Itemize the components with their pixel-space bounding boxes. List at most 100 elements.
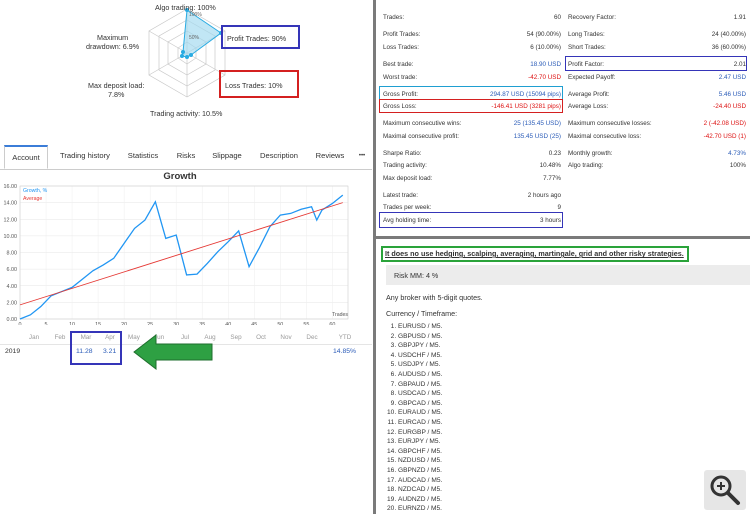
y-tick-label: 16.00 <box>4 184 18 190</box>
profit-trades-box: Profit Trades: 90% <box>221 25 300 49</box>
stat-value: 36 (60.00%) <box>711 44 746 51</box>
stat-row: Latest trade: 2 hours ago <box>383 190 561 201</box>
x-tick-label: 40 <box>225 322 231 325</box>
stats-left-column: Trades: 60 Profit Trades: 54 (90.00%) Loss… <box>383 0 561 236</box>
tab-reviews[interactable]: Reviews <box>310 145 350 169</box>
tab-account[interactable]: Account <box>4 145 48 169</box>
x-tick-label: 35 <box>199 322 205 325</box>
list-item: NZDCAD / M5. <box>398 485 442 495</box>
list-item: GBPJPY / M5. <box>398 341 442 351</box>
x-axis-label: Trades <box>332 312 348 318</box>
list-item: NZDUSD / M5. <box>398 456 442 466</box>
tab-trading-history[interactable]: Trading history <box>54 145 116 169</box>
x-tick-label: 55 <box>303 322 309 325</box>
stat-value: 1.91 <box>733 14 746 21</box>
stat-label: Trades: <box>383 14 405 21</box>
growth-chart: 0.00 2.00 4.00 6.00 8.00 10.00 12.00 14.00 16.00… <box>4 184 349 325</box>
month-label: Dec <box>306 334 318 341</box>
list-item: EURAUD / M5. <box>398 408 442 418</box>
y-tick-label: 4.00 <box>7 284 18 290</box>
list-item: GBPAUD / M5. <box>398 380 442 390</box>
profit-factor-highlight <box>565 56 747 71</box>
risk-panel <box>386 265 750 285</box>
stat-label: Trading activity: <box>383 162 427 169</box>
loss-trades-box: Loss Trades: 10% <box>219 70 299 98</box>
stat-label: Average Profit: <box>568 91 610 98</box>
month-label: Nov <box>280 334 292 341</box>
list-item: AUDUSD / M5. <box>398 370 442 380</box>
x-tick-label: 50 <box>277 322 283 325</box>
x-tick-label: 25 <box>147 322 153 325</box>
stat-label: Long Trades: <box>568 31 605 38</box>
stat-value: 18.90 USD <box>530 61 561 68</box>
growth-series-line <box>19 194 344 320</box>
tab-risks[interactable]: Risks <box>170 145 202 169</box>
strategy-headline: It does no use hedging, scalping, averag… <box>385 249 684 258</box>
list-item: AUDCAD / M5. <box>398 476 442 486</box>
stat-label: Best trade: <box>383 61 414 68</box>
radar-label-drawdown-line2: drawdown: 6.9% <box>86 42 140 51</box>
stat-label: Recovery Factor: <box>568 14 616 21</box>
x-tick-label: 15 <box>95 322 101 325</box>
stat-row: Algo trading: 100% <box>568 160 746 171</box>
broker-text: Any broker with 5-digit quotes. <box>386 293 483 302</box>
list-item: EURJPY / M5. <box>398 437 442 447</box>
vertical-divider <box>373 0 376 514</box>
stat-row: Profit Trades: 54 (90.00%) <box>383 29 561 40</box>
radar-label-deposit-line1: Max deposit load: <box>88 81 145 90</box>
y-tick-label: 14.00 <box>4 201 18 207</box>
stat-row: Long Trades: 24 (40.00%) <box>568 29 746 40</box>
stat-value: -42.70 USD (1) <box>703 133 746 140</box>
stat-row: Short Trades: 36 (60.00%) <box>568 42 746 53</box>
gross-profit-highlight <box>379 86 563 100</box>
list-item: GBPCHF / M5. <box>398 447 442 457</box>
y-tick-label: 10.00 <box>4 234 18 240</box>
stat-value: 2 (-42.08 USD) <box>703 120 746 127</box>
stat-value: 25 (135.45 USD) <box>513 120 561 127</box>
y-tick-label: 12.00 <box>4 217 18 223</box>
stat-label: Maximum consecutive losses: <box>568 120 652 127</box>
stat-row: Best trade: 18.90 USD <box>383 59 561 70</box>
list-item: GBPUSD / M5. <box>398 332 442 342</box>
average-series-line <box>19 202 343 306</box>
currency-pairs-list: EURUSD / M5. GBPUSD / M5. GBPJPY / M5. U… <box>386 322 442 514</box>
x-tick-label: 60 <box>329 322 335 325</box>
stat-label: Short Trades: <box>568 44 606 51</box>
stat-row: Trading activity: 10.48% <box>383 160 561 171</box>
stat-value: 6 (10.00%) <box>530 44 561 51</box>
stat-label: Worst trade: <box>383 74 418 81</box>
x-tick-label: 20 <box>121 322 127 325</box>
y-tick-label: 8.00 <box>7 251 18 257</box>
radar-label-deposit-load: Max deposit load: 7.8% <box>88 81 144 99</box>
y-tick-label: 0.00 <box>7 317 18 323</box>
x-tick-label: 5 <box>45 322 48 325</box>
stat-value: 5.46 USD <box>718 91 746 98</box>
stat-row: Recovery Factor: 1.91 <box>568 12 746 23</box>
tab-more[interactable]: ••• <box>354 145 370 169</box>
stat-value: 2.47 USD <box>718 74 746 81</box>
stat-row: Maximum consecutive wins: 25 (135.45 USD) <box>383 118 561 129</box>
risk-mm-text: Risk MM: 4 % <box>394 271 439 280</box>
radar-label-algo: Algo trading: 100% <box>155 3 216 12</box>
x-tick-label: 30 <box>173 322 179 325</box>
stat-row: Maximal consecutive profit: 135.45 USD (2… <box>383 131 561 142</box>
legend-entry: Average <box>23 196 42 202</box>
stat-row: Loss Trades: 6 (10.00%) <box>383 42 561 53</box>
stat-row: Average Profit: 5.46 USD <box>568 89 746 100</box>
stat-label: Max deposit load: <box>383 175 433 182</box>
tab-statistics[interactable]: Statistics <box>122 145 164 169</box>
tab-description[interactable]: Description <box>254 145 304 169</box>
stat-value: 0.23 <box>548 150 561 157</box>
stat-value: -24.40 USD <box>713 103 746 110</box>
zoom-in-button[interactable] <box>704 470 746 510</box>
list-item: USDCAD / M5. <box>398 389 442 399</box>
radar-label-deposit-line2: 7.8% <box>107 90 125 99</box>
stat-label: Sharpe Ratio: <box>383 150 422 157</box>
calendar-ytd-value: 14.85% <box>333 348 357 355</box>
radar-label-drawdown-line1: Maximum <box>96 33 129 42</box>
stat-row: Expected Payoff: 2.47 USD <box>568 72 746 83</box>
stat-row: Worst trade: -42.70 USD <box>383 72 561 83</box>
list-item: AUDNZD / M5. <box>398 495 442 505</box>
list-item: GBPCAD / M5. <box>398 399 442 409</box>
tab-slippage[interactable]: Slippage <box>206 145 248 169</box>
